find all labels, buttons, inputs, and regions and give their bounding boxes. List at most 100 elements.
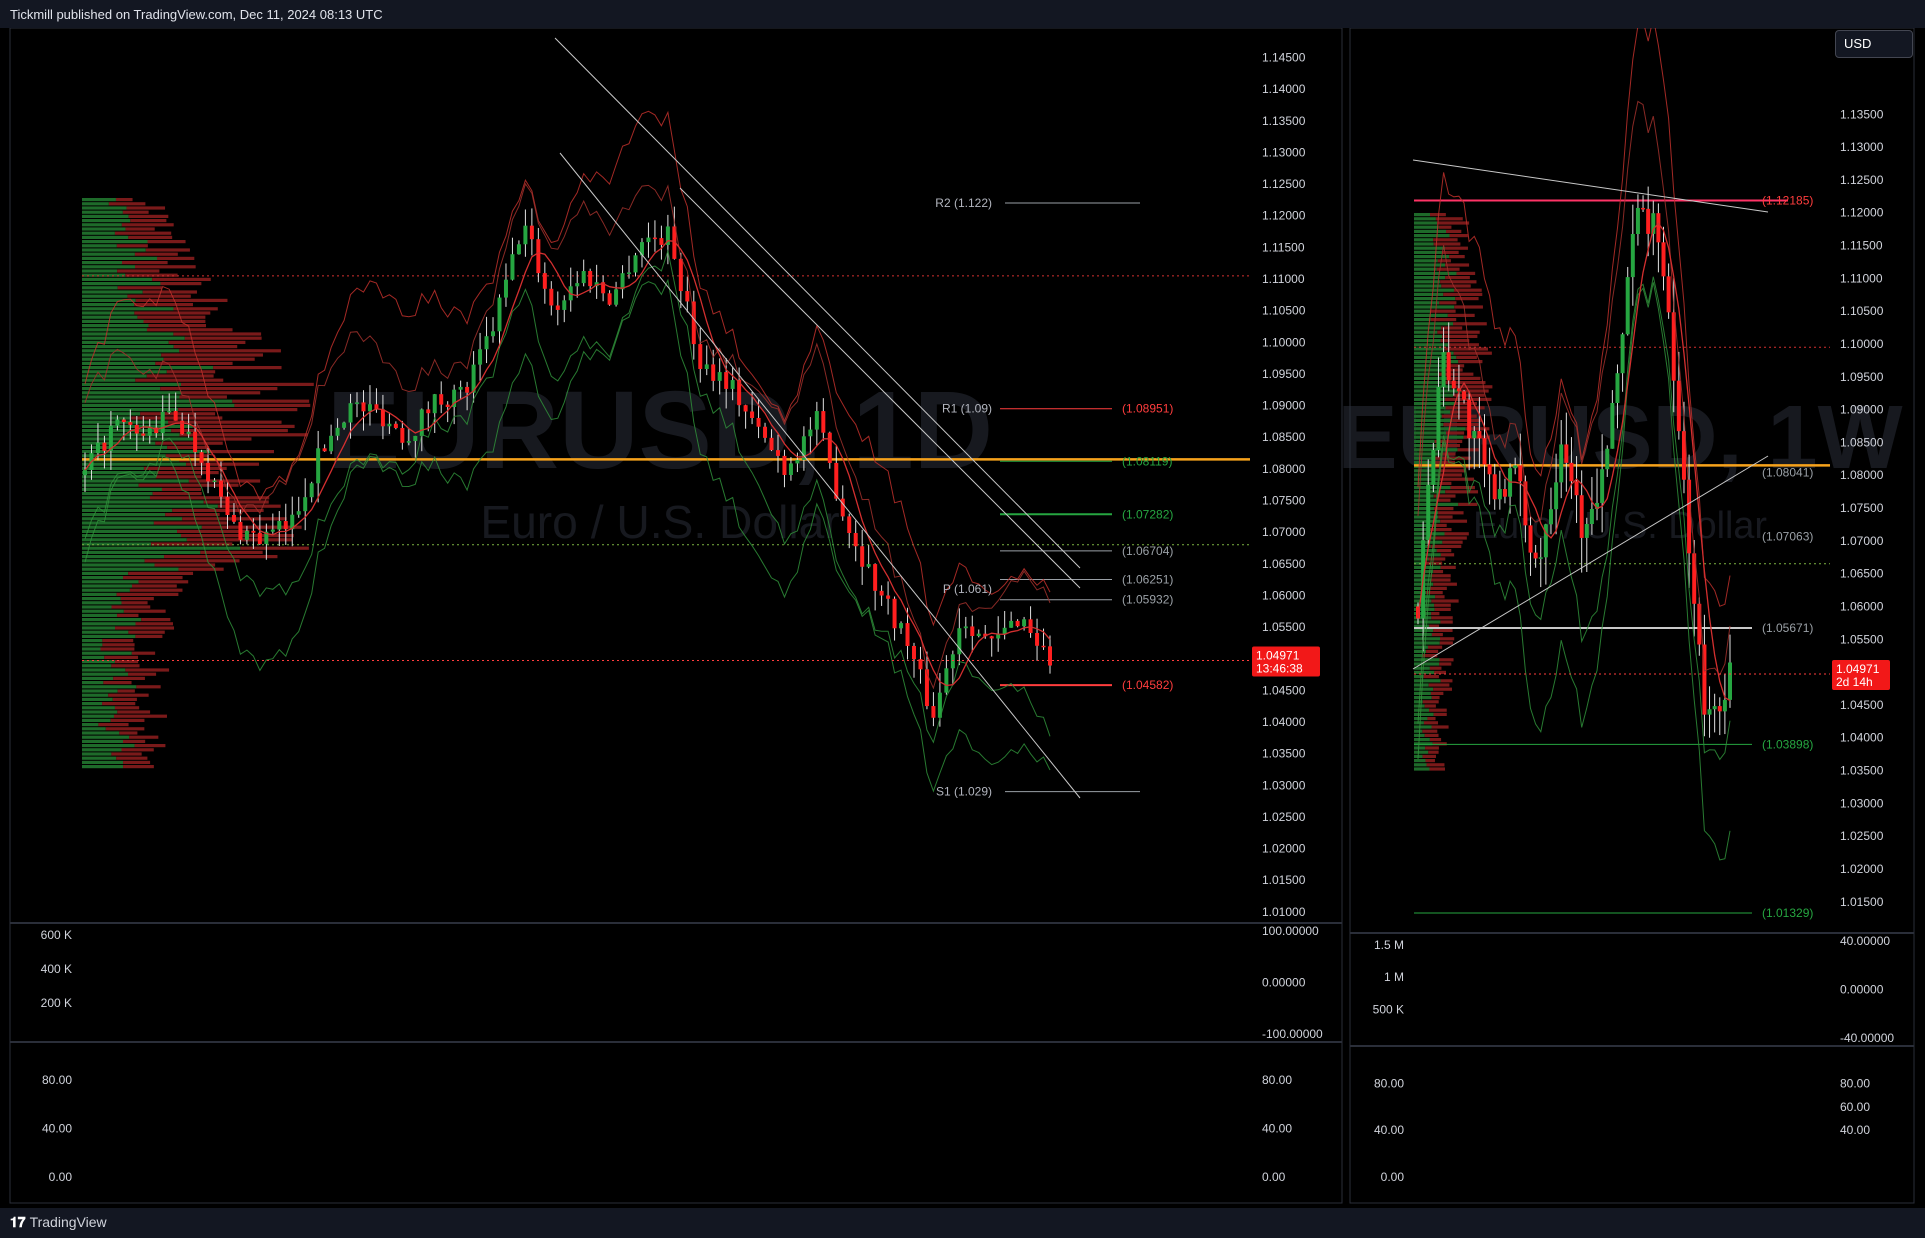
candle-body	[659, 238, 664, 245]
volume-profile-bar-up	[1414, 439, 1435, 443]
volume-bar	[115, 1001, 119, 1040]
volume-profile-bar-up	[82, 555, 165, 559]
volume-bar	[1042, 993, 1046, 1040]
price-axis-label: 1.05500	[1262, 620, 1306, 634]
volume-profile-bar-up	[82, 479, 189, 483]
volume-profile-bar-up	[82, 605, 112, 609]
volume-bar	[614, 969, 618, 1040]
volume-profile-bar-up	[82, 307, 174, 311]
plot-area	[82, 37, 1250, 1168]
volume-profile-bar-up	[82, 727, 106, 731]
candle-body	[542, 273, 547, 289]
volume-profile-bar-down	[1427, 717, 1436, 721]
volume-bar	[245, 993, 249, 1040]
volume-profile-bar-down	[1440, 565, 1456, 569]
pivot-label: P (1.061)	[943, 582, 992, 596]
volume-profile-bar-down	[1438, 225, 1452, 229]
volume-profile-bar-up	[82, 601, 122, 605]
volume-bar	[990, 969, 994, 1040]
volume-profile-bar-down	[117, 613, 139, 617]
currency-button[interactable]: USD	[1835, 30, 1913, 58]
volume-bar	[1605, 1013, 1609, 1044]
price-axis-label: 1.11000	[1262, 272, 1305, 286]
price-axis-label: 1.09500	[1840, 370, 1884, 384]
price-axis-label: 1.11500	[1840, 239, 1883, 253]
volume-profile-bar-down	[1431, 633, 1443, 637]
price-axis-label: 1.07000	[1840, 534, 1884, 548]
volume-bar	[465, 971, 469, 1040]
volume-profile-bar-up	[82, 382, 181, 386]
price-axis-label: 1.12500	[1840, 173, 1884, 187]
volume-profile-bar-down	[1444, 347, 1489, 351]
candle-body	[141, 433, 146, 436]
volume-profile-bar-up	[82, 609, 124, 613]
volume-profile-bar-down	[1439, 662, 1452, 666]
volume-profile-bar-down	[1438, 515, 1453, 519]
candle-body	[1615, 373, 1620, 403]
volume-bar	[886, 975, 890, 1040]
volume-profile-bar-up	[82, 269, 118, 273]
price-axis-label: 1.10500	[1262, 304, 1306, 318]
volume-profile-bar-up	[1414, 313, 1448, 317]
volume-profile-bar-up	[82, 714, 114, 718]
stoch-line	[85, 1066, 1050, 1168]
volume-bar	[102, 995, 106, 1040]
candle-body	[1574, 481, 1579, 496]
candle-body	[95, 442, 100, 454]
volume-bar	[1482, 980, 1486, 1044]
volume-bar	[925, 981, 929, 1040]
volume-profile-bar-up	[1414, 469, 1440, 473]
candle-body	[886, 595, 891, 599]
volume-profile-bar-up	[1414, 696, 1432, 700]
volume-profile-bar-down	[186, 462, 260, 466]
volume-bar	[1646, 1017, 1650, 1044]
volume-profile-bar-up	[1414, 742, 1433, 746]
volume-profile-bar-up	[82, 706, 115, 710]
volume-bar	[646, 988, 650, 1040]
volume-profile-bar-up	[82, 391, 182, 395]
volume-profile-bar-down	[1452, 385, 1493, 389]
stoch-left-axis-label: 80.00	[42, 1073, 72, 1087]
volume-bar	[672, 1011, 676, 1040]
price-axis-label: 1.05500	[1840, 632, 1884, 646]
volume-bar	[109, 976, 113, 1040]
volume-profile-bar-up	[82, 618, 142, 622]
candle-body	[1722, 699, 1727, 712]
volume-profile-bar-down	[213, 366, 282, 370]
candle-body	[808, 429, 813, 437]
volume-profile-bar-down	[163, 357, 255, 361]
candle-body	[426, 409, 431, 414]
volume-profile-bar-up	[82, 248, 146, 252]
volume-profile-bar-up	[1414, 641, 1440, 645]
volume-profile-bar-up	[1414, 305, 1455, 309]
right-chart-panel[interactable]: EURUSD, 1WEuro / U.S. Dollar1.135001.130…	[1337, 28, 1915, 1208]
volume-profile-bar-up	[82, 702, 103, 706]
volume-bar	[789, 992, 793, 1040]
candle-body	[782, 455, 787, 475]
volume-bar	[640, 990, 644, 1040]
volume-profile-bar-down	[1439, 658, 1454, 662]
chart-canvas[interactable]: EURUSD, 1DEuro / U.S. Dollar 1.14500 1.140…	[0, 28, 1925, 1208]
left-chart-panel[interactable]: EURUSD, 1DEuro / U.S. Dollar 1.14500 1.140…	[9, 28, 1343, 1208]
volume-bar	[873, 970, 877, 1040]
volume-profile-bar-down	[192, 424, 295, 428]
publisher-line: Tickmill published on TradingView.com, D…	[10, 7, 383, 22]
volume-profile-bar-up	[82, 559, 145, 563]
volume-bar	[271, 1006, 275, 1040]
volume-profile-bar-down	[102, 702, 136, 706]
volume-profile-bar-down	[102, 643, 135, 647]
price-axis-label: 1.03500	[1840, 764, 1884, 778]
volume-profile-bar-up	[82, 324, 149, 328]
tradingview-logo-icon: 𝟏𝟕	[10, 1215, 26, 1231]
volume-bar	[627, 986, 631, 1040]
volume-profile-bar-up	[82, 597, 121, 601]
volume-profile-bar-down	[123, 739, 146, 743]
volume-bar	[1718, 1014, 1722, 1044]
volume-profile-bar-down	[160, 282, 202, 286]
volume-profile-bar-up	[82, 748, 122, 752]
price-axis-label: 1.04000	[1840, 731, 1884, 745]
volume-profile-bar-down	[1439, 477, 1474, 481]
candle-body	[1472, 431, 1477, 439]
volume-profile-bar-down	[164, 555, 278, 559]
volume-bar	[1518, 1008, 1522, 1044]
